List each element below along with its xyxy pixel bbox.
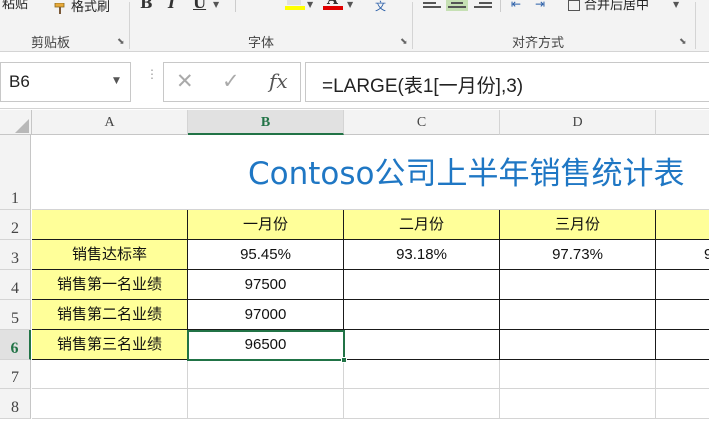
column-header-b[interactable]: B xyxy=(188,110,344,135)
ribbon-separator xyxy=(129,2,130,49)
cell-e3[interactable]: 9 xyxy=(656,240,709,270)
row-header-5[interactable]: 5 xyxy=(0,300,31,330)
formula-buttons: ✕ ✓ fx xyxy=(163,62,301,102)
cell-c5[interactable] xyxy=(344,300,500,330)
font-color-button[interactable]: A xyxy=(323,0,343,12)
name-box[interactable]: B6 ▼ xyxy=(0,62,131,102)
cell-a7[interactable] xyxy=(32,360,188,389)
cell-b2[interactable]: 一月份 xyxy=(188,210,344,240)
fill-color-swatch xyxy=(285,6,305,10)
cell-c6[interactable] xyxy=(344,330,500,360)
format-painter-label: 格式刷 xyxy=(71,0,111,15)
cell-d4[interactable] xyxy=(500,270,656,300)
formula-bar-grip-icon[interactable]: ⋮ xyxy=(146,68,158,80)
cell-d2[interactable]: 三月份 xyxy=(500,210,656,240)
fill-color-icon xyxy=(287,0,301,5)
cell-c3[interactable]: 93.18% xyxy=(344,240,500,270)
cell-d6[interactable] xyxy=(500,330,656,360)
phonetic-guide-icon[interactable]: 文 xyxy=(375,0,386,14)
paste-button[interactable]: 粘贴 xyxy=(2,0,28,12)
cell-d5[interactable] xyxy=(500,300,656,330)
cell-b4[interactable]: 97500 xyxy=(188,270,344,300)
cell-e6[interactable] xyxy=(656,330,709,360)
font-color-swatch xyxy=(323,6,343,10)
cell-d8[interactable] xyxy=(500,389,656,419)
cell-b5[interactable]: 97000 xyxy=(188,300,344,330)
row-header-3[interactable]: 3 xyxy=(0,240,31,270)
font-separator xyxy=(235,0,236,12)
row-header-2[interactable]: 2 xyxy=(0,210,31,240)
row-header-6[interactable]: 6 xyxy=(0,330,31,360)
merge-center-button[interactable]: 合并后居中 xyxy=(568,0,649,13)
cell-a5[interactable]: 销售第二名业绩 xyxy=(32,300,188,330)
formula-text: =LARGE(表1[一月份],3) xyxy=(322,76,524,97)
enter-icon[interactable]: ✓ xyxy=(222,69,240,93)
column-header-d[interactable]: D xyxy=(500,110,656,135)
cell-c7[interactable] xyxy=(344,360,500,389)
align-separator xyxy=(500,0,501,12)
font-launcher-icon[interactable]: ⬊ xyxy=(400,37,408,47)
increase-indent-icon[interactable]: ⇥ xyxy=(535,0,545,11)
insert-function-icon[interactable]: fx xyxy=(269,69,288,93)
ribbon: 粘贴 格式刷 剪贴板 ⬊ B I U ▼ ▼ A ▼ 文 字体 ⬊ ⇤ ⇥ 合并… xyxy=(0,0,709,52)
cell-b6[interactable]: 96500 xyxy=(188,330,344,360)
merge-center-label: 合并后居中 xyxy=(584,0,650,13)
underline-dropdown-icon[interactable]: ▼ xyxy=(213,0,219,9)
alignment-launcher-icon[interactable]: ⬊ xyxy=(679,37,687,47)
row-header-8[interactable]: 8 xyxy=(0,389,31,419)
cell-b8[interactable] xyxy=(188,389,344,419)
decrease-indent-icon[interactable]: ⇤ xyxy=(511,0,521,11)
cell-c2[interactable]: 二月份 xyxy=(344,210,500,240)
row-header-1[interactable]: 1 xyxy=(0,135,31,210)
align-center-icon[interactable] xyxy=(446,0,468,11)
column-header-e[interactable] xyxy=(656,110,709,135)
column-header-a[interactable]: A xyxy=(32,110,188,135)
cell-d7[interactable] xyxy=(500,360,656,389)
cell-c8[interactable] xyxy=(344,389,500,419)
name-box-dropdown-icon[interactable]: ▼ xyxy=(113,76,120,86)
fill-handle[interactable] xyxy=(341,357,347,363)
cell-b3[interactable]: 95.45% xyxy=(188,240,344,270)
row-header-7[interactable]: 7 xyxy=(0,360,31,389)
bold-button[interactable]: B xyxy=(140,0,153,12)
brush-icon xyxy=(54,0,68,14)
name-box-value: B6 xyxy=(9,72,30,91)
cell-e2[interactable] xyxy=(656,210,709,240)
ribbon-separator xyxy=(412,2,413,49)
formula-input[interactable]: =LARGE(表1[一月份],3) xyxy=(305,62,709,102)
cell-a6[interactable]: 销售第三名业绩 xyxy=(32,330,188,360)
ribbon-separator xyxy=(695,2,696,49)
column-header-c[interactable]: C xyxy=(344,110,500,135)
format-painter-button[interactable]: 格式刷 xyxy=(54,0,110,15)
cell-a8[interactable] xyxy=(32,389,188,419)
cancel-icon[interactable]: ✕ xyxy=(176,69,194,93)
merge-dropdown-icon[interactable]: ▼ xyxy=(673,0,679,9)
cell-e8[interactable] xyxy=(656,389,709,419)
clipboard-launcher-icon[interactable]: ⬊ xyxy=(117,37,125,47)
cell-e5[interactable] xyxy=(656,300,709,330)
paste-label: 粘贴 xyxy=(2,0,29,12)
cell-c4[interactable] xyxy=(344,270,500,300)
merge-center-icon xyxy=(568,0,580,11)
cell-a2[interactable] xyxy=(32,210,188,240)
align-left-icon[interactable] xyxy=(423,0,441,12)
sheet-title: Contoso公司上半年销售统计表 xyxy=(248,156,685,192)
align-right-icon[interactable] xyxy=(474,0,492,12)
cell-e4[interactable] xyxy=(656,270,709,300)
clipboard-group-label: 剪贴板 xyxy=(31,36,71,51)
cell-a4[interactable]: 销售第一名业绩 xyxy=(32,270,188,300)
fill-color-button[interactable] xyxy=(285,0,305,12)
select-all-corner[interactable] xyxy=(0,110,32,135)
font-group-label: 字体 xyxy=(248,36,275,51)
font-color-dropdown-icon[interactable]: ▼ xyxy=(347,0,353,9)
cell-b7[interactable] xyxy=(188,360,344,389)
alignment-group-label: 对齐方式 xyxy=(512,36,565,51)
italic-button[interactable]: I xyxy=(168,0,175,12)
cell-a3[interactable]: 销售达标率 xyxy=(32,240,188,270)
fill-color-dropdown-icon[interactable]: ▼ xyxy=(307,0,313,9)
underline-button[interactable]: U xyxy=(193,0,206,12)
row-header-4[interactable]: 4 xyxy=(0,270,31,300)
cell-e7[interactable] xyxy=(656,360,709,389)
cell-d3[interactable]: 97.73% xyxy=(500,240,656,270)
